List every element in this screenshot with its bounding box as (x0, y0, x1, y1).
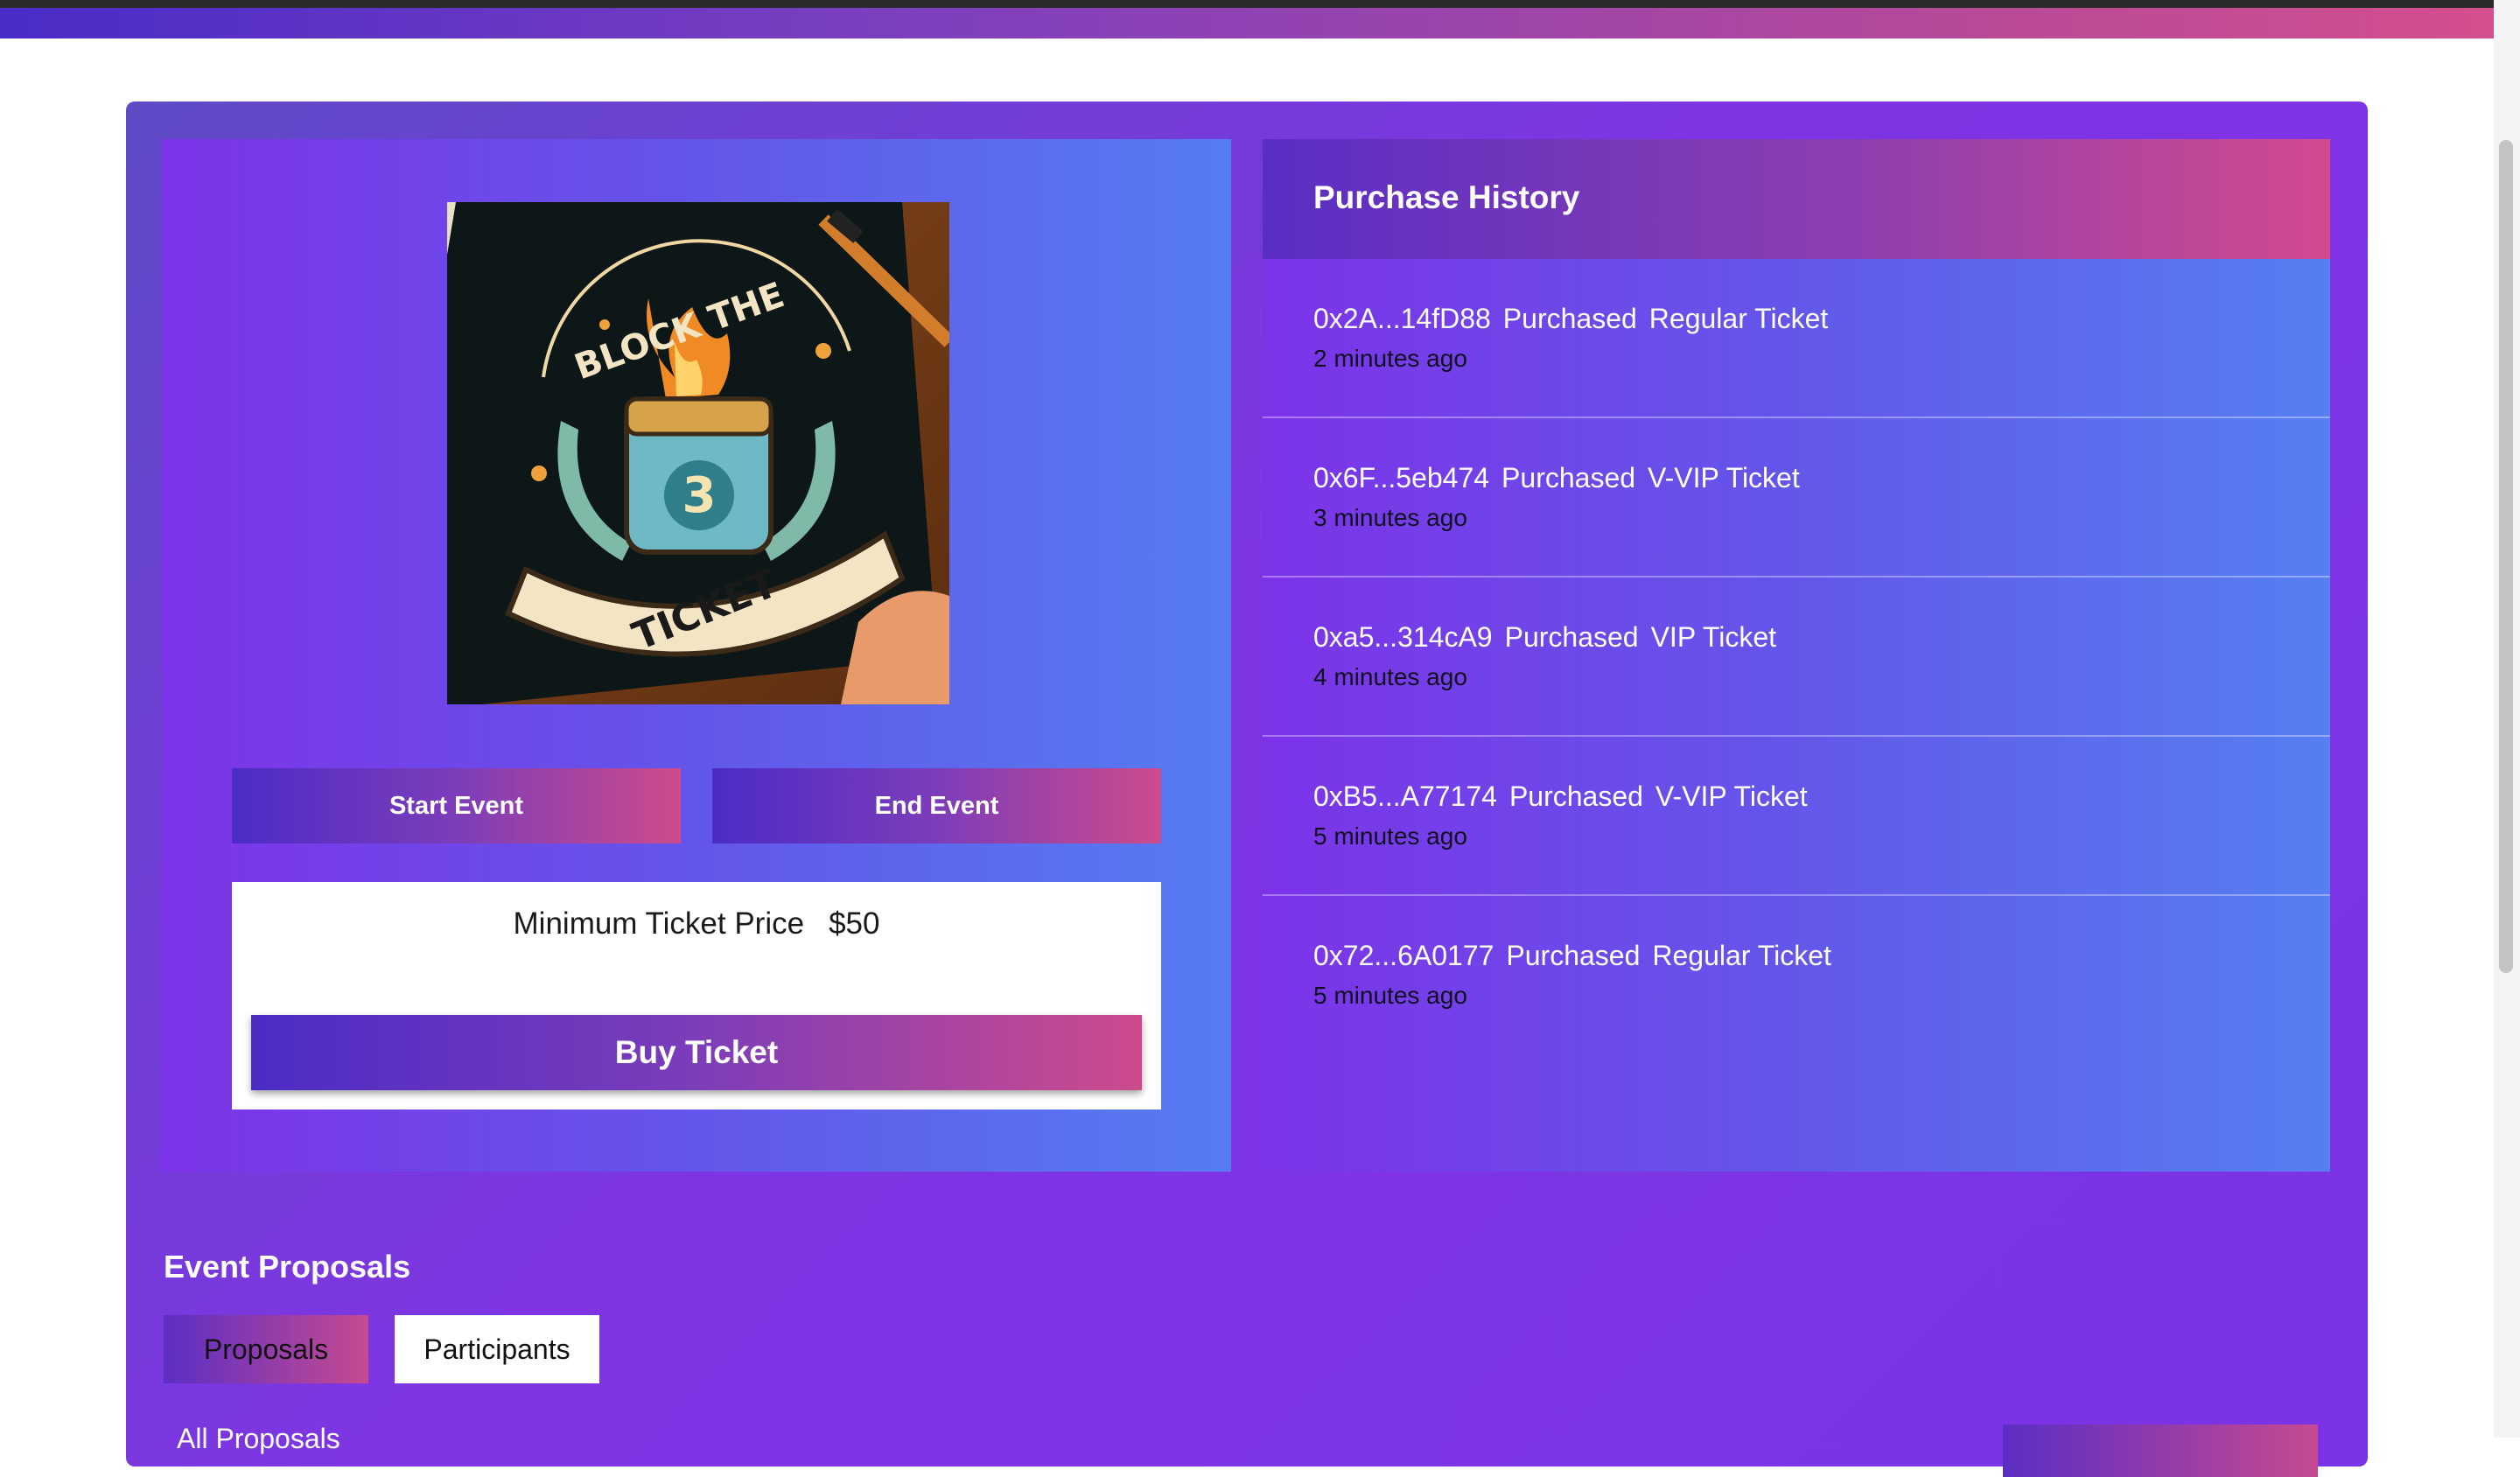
buy-ticket-panel: Minimum Ticket Price $50 Buy Ticket (232, 882, 1161, 1110)
purchase-history-card: Purchase History 0x2A...14fD88 Purchased R… (1263, 139, 2330, 1172)
history-list-item: 0xB5...A77174 Purchased V-VIP Ticket 5 min… (1263, 737, 2330, 896)
history-list-item: 0x6F...5eb474 Purchased V-VIP Ticket 3 min… (1263, 418, 2330, 578)
ticket-type: V-VIP Ticket (1648, 462, 1800, 494)
purchase-time: 5 minutes ago (1313, 982, 1467, 1009)
buyer-address[interactable]: 0xa5...314cA9 (1313, 621, 1493, 653)
purchase-history-header: Purchase History (1263, 139, 2330, 259)
min-price-row: Minimum Ticket Price $50 (232, 906, 1161, 942)
min-price-label: Minimum Ticket Price (513, 906, 805, 941)
create-proposal-button[interactable] (2003, 1424, 2318, 1477)
ticket-number-text: 3 (682, 467, 717, 524)
tab-proposals[interactable]: Proposals (164, 1315, 368, 1383)
ticket-type: V-VIP Ticket (1655, 780, 1808, 812)
min-price-value: $50 (829, 906, 880, 941)
buyer-address[interactable]: 0xB5...A77174 (1313, 780, 1497, 812)
buyer-address[interactable]: 0x72...6A0177 (1313, 940, 1494, 971)
scrollbar-thumb[interactable] (2499, 140, 2513, 973)
ticket-type: VIP Ticket (1650, 621, 1777, 653)
purchase-time: 2 minutes ago (1313, 345, 1467, 372)
event-card: 3 TICKET BLOCK THE Start Event End Event… (162, 139, 1231, 1172)
event-dashboard: 3 TICKET BLOCK THE Start Event End Event… (126, 102, 2368, 1477)
browser-top-edge (0, 0, 2520, 8)
purchase-time: 4 minutes ago (1313, 663, 1467, 690)
buyer-address[interactable]: 0x6F...5eb474 (1313, 462, 1489, 494)
purchase-action: Purchased (1506, 940, 1641, 971)
header-gradient-bar (0, 8, 2494, 38)
purchase-action: Purchased (1502, 462, 1636, 494)
ticket-type: Regular Ticket (1652, 940, 1831, 971)
buyer-address[interactable]: 0x2A...14fD88 (1313, 303, 1491, 334)
all-proposals-heading: All Proposals (177, 1423, 340, 1454)
end-event-button[interactable]: End Event (712, 768, 1161, 844)
tab-participants[interactable]: Participants (395, 1315, 599, 1383)
event-ticket-image: 3 TICKET BLOCK THE (447, 202, 949, 704)
purchase-action: Purchased (1502, 303, 1637, 334)
history-list-item: 0xa5...314cA9 Purchased VIP Ticket 4 minut… (1263, 578, 2330, 737)
purchase-action: Purchased (1504, 621, 1639, 653)
history-list-item: 0x72...6A0177 Purchased Regular Ticket 5 m… (1263, 896, 2330, 1054)
purchase-history-title: Purchase History (1313, 179, 1580, 215)
start-event-button[interactable]: Start Event (232, 768, 681, 844)
purchase-time: 3 minutes ago (1313, 504, 1467, 531)
purchase-time: 5 minutes ago (1313, 822, 1467, 850)
buy-ticket-button[interactable]: Buy Ticket (251, 1015, 1142, 1090)
history-list-item: 0x2A...14fD88 Purchased Regular Ticket 2 m… (1263, 259, 2330, 418)
ticket-type: Regular Ticket (1648, 303, 1829, 334)
purchase-action: Purchased (1508, 780, 1643, 812)
event-proposals-title: Event Proposals (164, 1249, 411, 1284)
